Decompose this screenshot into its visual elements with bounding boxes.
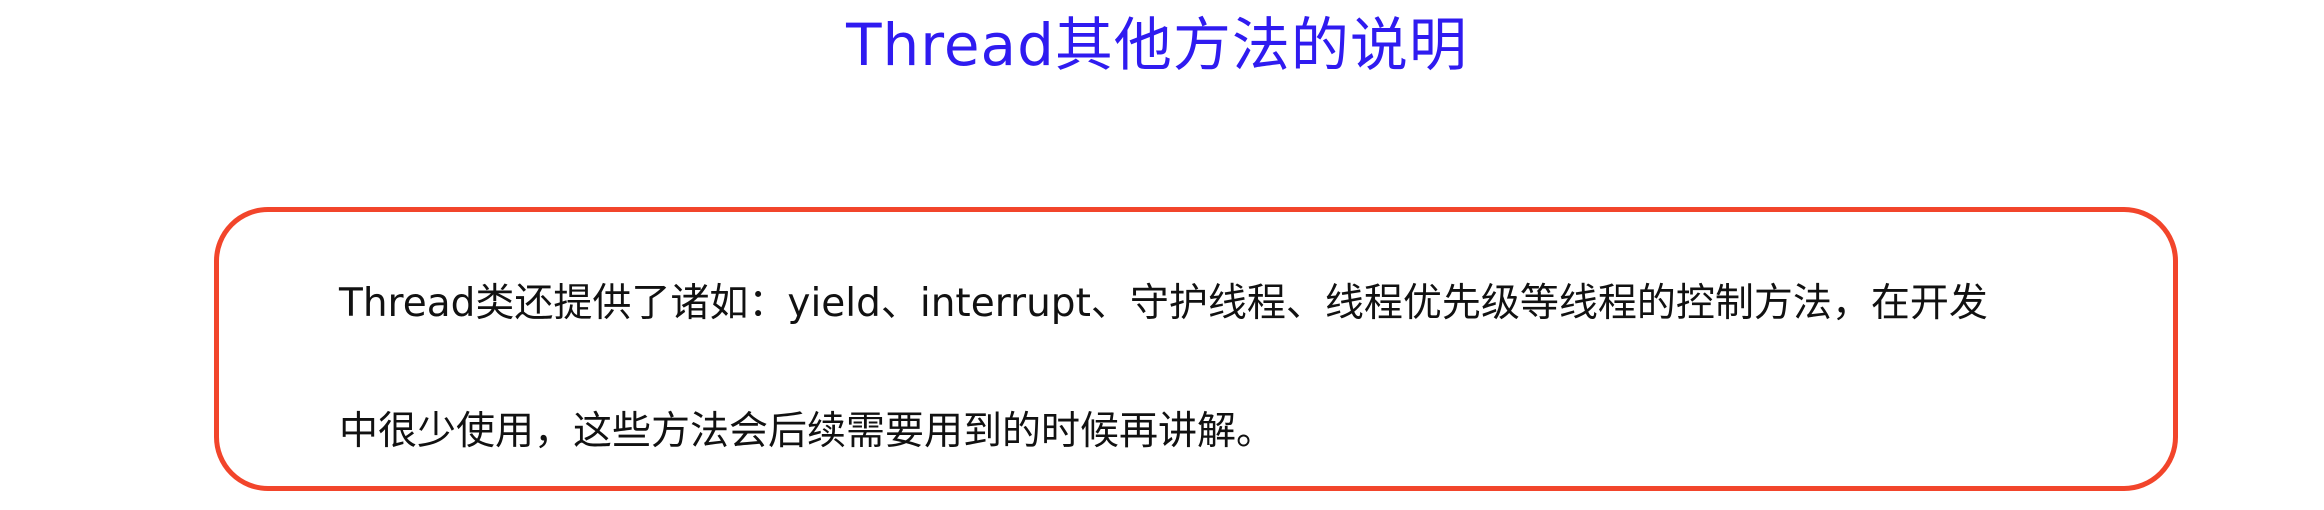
page-title: Thread其他方法的说明: [846, 11, 1468, 79]
note-text-line-1: Thread类还提供了诸如：yield、interrupt、守护线程、线程优先级…: [339, 281, 1988, 326]
note-text-line-2: 中很少使用，这些方法会后续需要用到的时候再讲解。: [339, 409, 1276, 454]
page-title-container: Thread其他方法的说明: [0, 0, 2324, 80]
note-box: Thread类还提供了诸如：yield、interrupt、守护线程、线程优先级…: [214, 207, 2178, 491]
